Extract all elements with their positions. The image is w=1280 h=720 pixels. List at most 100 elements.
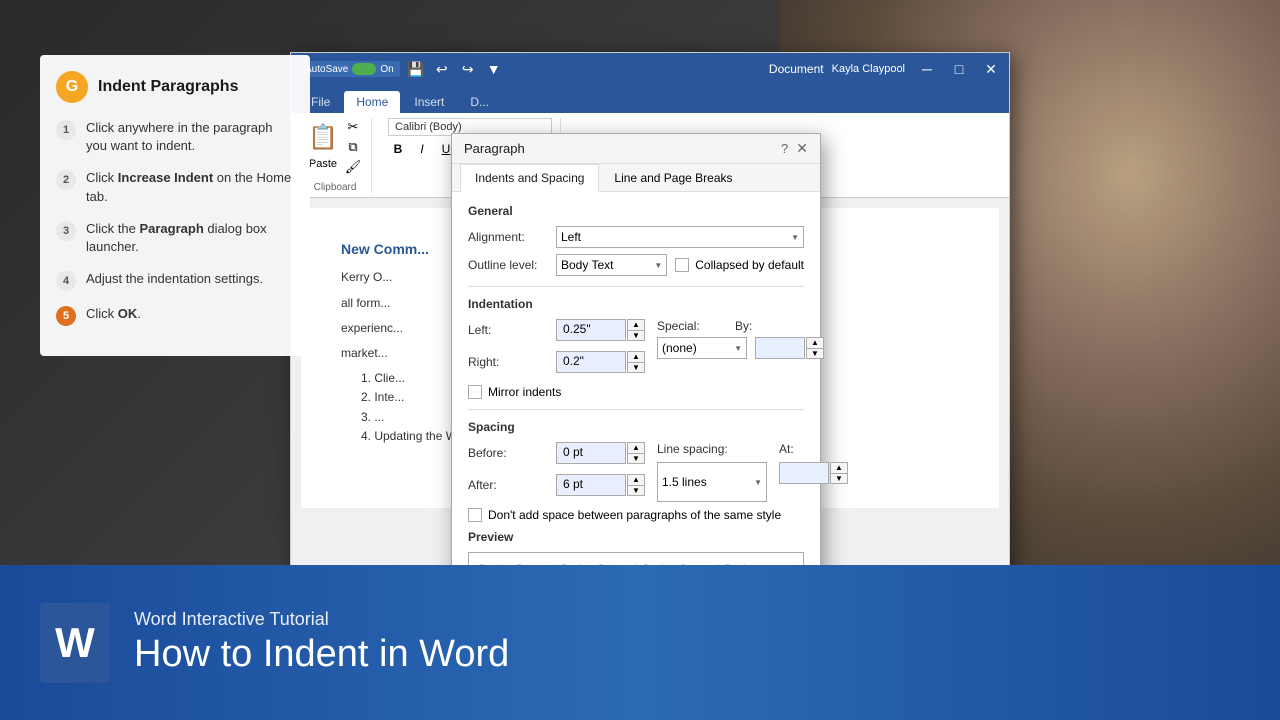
step-5: 5 Click OK. (56, 305, 294, 326)
at-up[interactable]: ▲ (831, 463, 847, 474)
paste-label: Paste (309, 158, 337, 170)
close-button[interactable]: ✕ (981, 59, 1001, 79)
indent-left-field[interactable]: 0.25" (556, 319, 626, 341)
sidebar-header: G Indent Paragraphs (56, 71, 294, 103)
collapsed-checkbox[interactable] (675, 258, 689, 272)
tab-insert[interactable]: Insert (402, 91, 456, 113)
alignment-value: Left (561, 230, 581, 244)
spacing-before-after-col: Before: 0 pt ▲ ▼ After: (468, 442, 645, 502)
spacing-after-field[interactable]: 6 pt (556, 474, 626, 496)
undo-icon[interactable]: ↩ (432, 59, 452, 79)
before-down[interactable]: ▼ (628, 454, 644, 464)
mirror-indents-checkbox[interactable] (468, 385, 482, 399)
spacing-section-label: Spacing (468, 420, 804, 434)
autosave-toggle[interactable] (352, 63, 376, 75)
at-spinner: ▲ ▼ (830, 462, 848, 484)
spacing-rows: Before: 0 pt ▲ ▼ After: (468, 442, 804, 502)
indent-special-col: Special: By: (none) ▼ ▲ (657, 319, 824, 379)
bold-button[interactable]: B (388, 139, 408, 159)
dont-add-label: Don't add space between paragraphs of th… (488, 508, 781, 522)
indent-right-row: Right: 0.2" ▲ ▼ (468, 351, 645, 373)
indent-right-spinner: ▲ ▼ (627, 351, 645, 373)
step-1-number: 1 (56, 120, 76, 140)
special-label: Special: (657, 319, 727, 333)
indent-right-field[interactable]: 0.2" (556, 351, 626, 373)
at-down[interactable]: ▼ (831, 474, 847, 484)
cut-icon[interactable]: ✂ (343, 118, 363, 136)
spacing-after-label: After: (468, 478, 548, 492)
step-2-text: Click Increase Indent on the Home tab. (86, 169, 294, 205)
at-field[interactable] (779, 462, 829, 484)
by-label: By: (735, 319, 752, 333)
step-4-number: 4 (56, 271, 76, 291)
spacing-before-field[interactable]: 0 pt (556, 442, 626, 464)
format-painter-icon[interactable]: 🖌 (343, 158, 363, 176)
grammarly-icon: G (56, 71, 88, 103)
minimize-button[interactable]: ─ (917, 59, 937, 79)
dialog-body: General Alignment: Left ▼ Outline level:… (452, 192, 820, 592)
dialog-title-bar: Paragraph ? ✕ (452, 134, 820, 164)
mirror-indents-row: Mirror indents (468, 385, 804, 399)
step-4-text: Adjust the indentation settings. (86, 270, 263, 288)
clipboard-label: Clipboard (314, 182, 357, 193)
step-1: 1 Click anywhere in the paragraph you wa… (56, 119, 294, 155)
ribbon-tabs: File Home Insert D... (291, 85, 1009, 113)
dialog-close-button[interactable]: ✕ (796, 140, 808, 157)
clipboard-small-icons: ✂ ⧉ 🖌 (343, 118, 363, 176)
by-spinner: ▲ ▼ (806, 337, 824, 359)
indent-right-down[interactable]: ▼ (628, 363, 644, 373)
at-col: At: ▲ ▼ (779, 442, 848, 502)
tab-indents-spacing[interactable]: Indents and Spacing (460, 164, 599, 192)
alignment-select[interactable]: Left ▼ (556, 226, 804, 248)
bottom-bar: W Word Interactive Tutorial How to Inden… (0, 565, 1280, 720)
clipboard-content: 📋 Paste ✂ ⧉ 🖌 (307, 118, 363, 176)
word-logo-letter: W (55, 619, 95, 667)
indent-left-right-col: Left: 0.25" ▲ ▼ Right: (468, 319, 645, 379)
indent-left-up[interactable]: ▲ (628, 320, 644, 331)
dialog-help-button[interactable]: ? (781, 141, 788, 156)
indentation-section-label: Indentation (468, 297, 804, 311)
customize-icon[interactable]: ▼ (484, 59, 504, 79)
section-divider-2 (468, 409, 804, 410)
restore-button[interactable]: □ (949, 59, 969, 79)
indent-right-up[interactable]: ▲ (628, 352, 644, 363)
after-down[interactable]: ▼ (628, 486, 644, 496)
copy-icon[interactable]: ⧉ (343, 138, 363, 156)
by-field[interactable] (755, 337, 805, 359)
outline-select[interactable]: Body Text ▼ (556, 254, 667, 276)
tab-home[interactable]: Home (344, 91, 400, 113)
by-down[interactable]: ▼ (807, 349, 823, 359)
spacing-before-label: Before: (468, 446, 548, 460)
indentation-left-right: Left: 0.25" ▲ ▼ Right: (468, 319, 804, 379)
line-spacing-label: Line spacing: (657, 442, 767, 456)
user-name: Kayla Claypool (832, 63, 905, 75)
dialog-title: Paragraph (464, 141, 525, 156)
paragraph-dialog: Paragraph ? ✕ Indents and Spacing Line a… (451, 133, 821, 592)
dialog-controls: ? ✕ (781, 140, 808, 157)
title-bar: AutoSave On 💾 ↩ ↪ ▼ Document Kayla Clayp… (291, 53, 1009, 85)
at-label: At: (779, 442, 848, 456)
tab-line-page-breaks[interactable]: Line and Page Breaks (599, 164, 747, 192)
before-up[interactable]: ▲ (628, 443, 644, 454)
line-spacing-select[interactable]: 1.5 lines ▼ (657, 462, 767, 502)
outline-row: Outline level: Body Text ▼ Collapsed by … (468, 254, 804, 276)
alignment-row: Alignment: Left ▼ (468, 226, 804, 248)
paste-button[interactable]: 📋 Paste (307, 118, 339, 170)
italic-button[interactable]: I (412, 139, 432, 159)
line-spacing-dropdown-icon: ▼ (754, 478, 762, 487)
after-up[interactable]: ▲ (628, 475, 644, 486)
spacing-before-row: Before: 0 pt ▲ ▼ (468, 442, 645, 464)
redo-icon[interactable]: ↪ (458, 59, 478, 79)
dont-add-row: Don't add space between paragraphs of th… (468, 508, 804, 522)
bottom-text: Word Interactive Tutorial How to Indent … (134, 609, 509, 676)
by-up[interactable]: ▲ (807, 338, 823, 349)
save-icon[interactable]: 💾 (406, 59, 426, 79)
mirror-indents-label: Mirror indents (488, 385, 561, 399)
indent-left-down[interactable]: ▼ (628, 331, 644, 341)
alignment-label: Alignment: (468, 230, 548, 244)
word-logo: W (40, 603, 110, 683)
line-spacing-value: 1.5 lines (662, 475, 707, 489)
dont-add-checkbox[interactable] (468, 508, 482, 522)
special-select[interactable]: (none) ▼ (657, 337, 747, 359)
tab-design[interactable]: D... (458, 91, 501, 113)
